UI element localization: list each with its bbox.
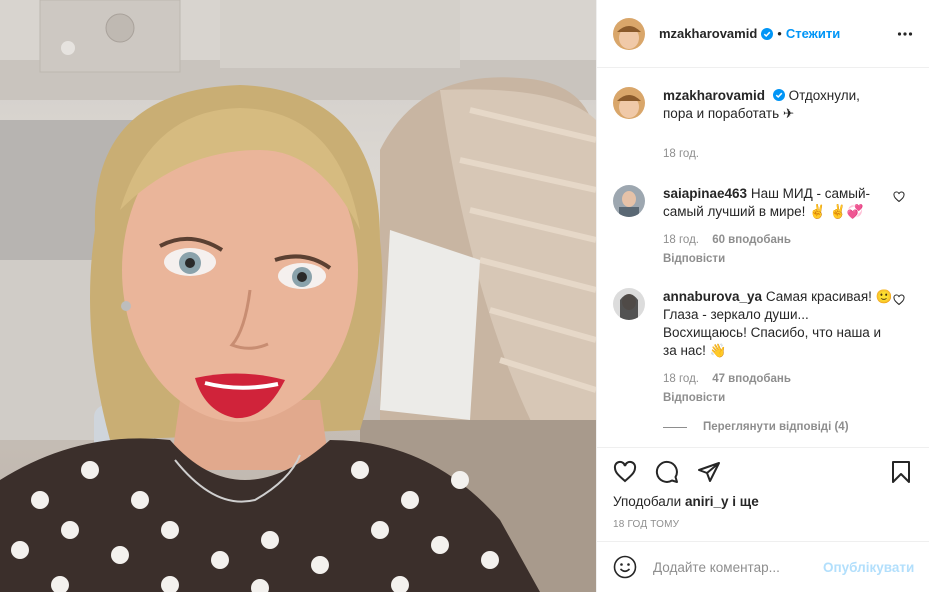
post-photo[interactable] (0, 0, 596, 592)
caption-username[interactable]: mzakharovamid (663, 88, 765, 103)
comment-username[interactable]: annaburova_ya (663, 289, 762, 304)
comment-likes[interactable]: 47 вподобань (712, 373, 791, 385)
view-replies-line (663, 426, 687, 428)
liked-by: Уподобали aniri_y і ще (613, 494, 913, 509)
view-replies-button[interactable]: Переглянути відповіді (4) (663, 421, 913, 433)
comment-username[interactable]: saiapinae463 (663, 186, 747, 201)
publish-button[interactable]: Опублікувати (823, 560, 914, 575)
verified-icon (772, 89, 785, 101)
commenter-avatar[interactable] (613, 288, 645, 320)
post-side-panel: mzakharovamid • Стежити mzakharovamid От… (596, 0, 929, 592)
comments-list[interactable]: mzakharovamid Отдохнули, пора и поработа… (597, 69, 929, 447)
share-icon[interactable] (697, 460, 721, 484)
author-username[interactable]: mzakharovamid (659, 26, 757, 41)
verified-icon (761, 27, 774, 40)
comment-like-icon[interactable] (893, 294, 905, 306)
caption-time[interactable]: 18 год. (663, 148, 699, 160)
comment-input[interactable] (653, 559, 823, 575)
reply-button[interactable]: Відповісти (663, 389, 893, 407)
reply-button[interactable]: Відповісти (663, 250, 893, 268)
comment-item: annaburova_ya Самая красивая! 🙂 Глаза - … (613, 288, 913, 407)
commenter-avatar[interactable] (613, 185, 645, 217)
comment-icon[interactable] (655, 460, 679, 484)
post-image (0, 0, 596, 592)
save-icon[interactable] (889, 460, 913, 484)
comment-likes[interactable]: 60 вподобань (712, 234, 791, 246)
caption: mzakharovamid Отдохнули, пора и поработа… (613, 87, 913, 163)
more-icon[interactable] (897, 26, 913, 42)
comment-like-icon[interactable] (893, 191, 905, 203)
liked-by-prefix: Уподобали (613, 494, 682, 509)
separator-dot: • (777, 26, 782, 41)
post-timestamp[interactable]: 18 год тому (613, 519, 913, 530)
comment-time[interactable]: 18 год. (663, 373, 699, 385)
author-avatar[interactable] (613, 17, 645, 50)
action-icons (613, 448, 913, 496)
view-replies-label: Переглянути відповіді (4) (703, 421, 849, 433)
comment-item: saiapinae463 Наш МИД - самый-самый лучши… (613, 185, 913, 268)
add-comment-bar: Опублікувати (597, 541, 929, 592)
post-actions: Уподобали aniri_y і ще 18 год тому (597, 447, 929, 530)
post-header: mzakharovamid • Стежити (597, 0, 929, 68)
liked-by-suffix[interactable]: і ще (732, 494, 758, 509)
emoji-icon[interactable] (613, 555, 637, 579)
follow-button[interactable]: Стежити (786, 26, 840, 41)
liked-by-user[interactable]: aniri_y (685, 494, 729, 509)
author-avatar[interactable] (613, 87, 645, 119)
heart-icon[interactable] (613, 460, 637, 484)
comment-time[interactable]: 18 год. (663, 234, 699, 246)
